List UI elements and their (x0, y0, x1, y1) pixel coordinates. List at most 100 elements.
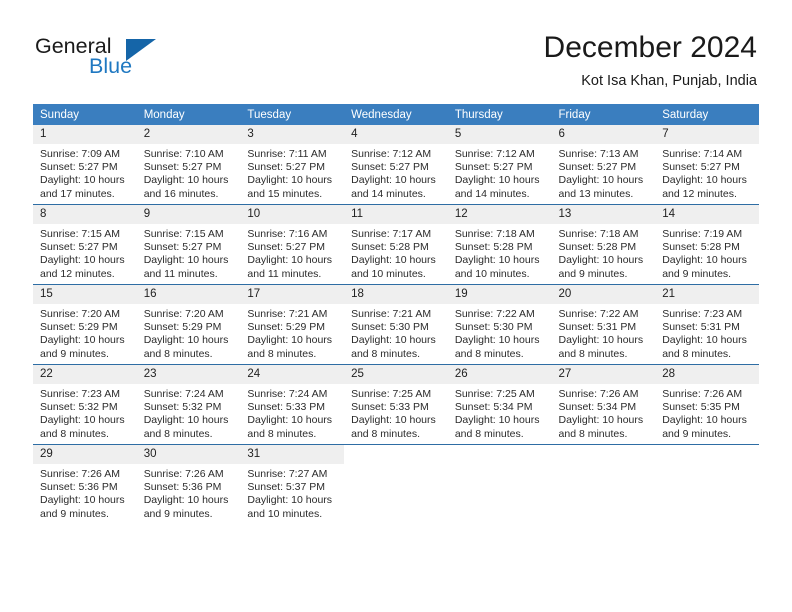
day-number: 16 (136, 285, 241, 304)
daylight-text: Daylight: 10 hours and 10 minutes. (351, 254, 436, 280)
calendar-day-cell[interactable]: 8 Sunrise: 7:15 AM Sunset: 5:27 PM Daylight… (33, 204, 137, 285)
day-number: 20 (551, 285, 656, 304)
calendar-day-cell[interactable]: 29 Sunrise: 7:26 AM Sunset: 5:36 PM Dayligh… (33, 444, 137, 524)
day-details: Sunrise: 7:26 AM Sunset: 5:36 PM Daylight:… (137, 464, 241, 521)
daylight-text: Daylight: 10 hours and 11 minutes. (247, 254, 333, 280)
calendar-week-row: 15 Sunrise: 7:20 AM Sunset: 5:29 PM Dayligh… (33, 284, 759, 365)
sunset-text: Sunset: 5:31 PM (558, 321, 637, 334)
calendar-day-cell[interactable]: 12 Sunrise: 7:18 AM Sunset: 5:28 PM Dayligh… (447, 204, 552, 285)
daylight-text: Daylight: 10 hours and 8 minutes. (40, 414, 125, 440)
calendar-day-cell[interactable]: 5 Sunrise: 7:12 AM Sunset: 5:27 PM Daylight… (447, 125, 552, 205)
calendar-header-row: Sunday Monday Tuesday Wednesday Thursday Frid… (33, 104, 759, 125)
sunrise-text: Sunrise: 7:12 AM (454, 148, 535, 160)
sunset-text: Sunset: 5:34 PM (558, 401, 637, 414)
sunset-text: Sunset: 5:28 PM (662, 241, 740, 254)
daylight-text: Daylight: 10 hours and 14 minutes. (351, 174, 436, 200)
daylight-text: Daylight: 10 hours and 8 minutes. (454, 414, 540, 440)
sunset-text: Sunset: 5:28 PM (558, 241, 637, 254)
sunrise-text: Sunrise: 7:21 AM (247, 308, 328, 320)
sunset-text: Sunset: 5:27 PM (40, 241, 118, 254)
calendar-day-cell[interactable]: 25 Sunrise: 7:25 AM Sunset: 5:33 PM Dayligh… (344, 364, 448, 445)
day-details: Sunrise: 7:21 AM Sunset: 5:30 PM Daylight:… (344, 304, 448, 361)
sunset-text: Sunset: 5:27 PM (247, 161, 326, 174)
calendar-day-cell[interactable]: 16 Sunrise: 7:20 AM Sunset: 5:29 PM Dayligh… (136, 284, 241, 365)
day-number: 19 (447, 285, 552, 304)
sunset-text: Sunset: 5:32 PM (143, 401, 222, 414)
sunrise-text: Sunrise: 7:23 AM (662, 308, 743, 320)
calendar-day-cell[interactable]: 2 Sunrise: 7:10 AM Sunset: 5:27 PM Daylight… (136, 125, 241, 205)
sunrise-text: Sunrise: 7:09 AM (40, 148, 120, 160)
calendar-day-cell[interactable]: 20 Sunrise: 7:22 AM Sunset: 5:31 PM Dayligh… (551, 284, 656, 365)
calendar-day-cell[interactable]: 26 Sunrise: 7:25 AM Sunset: 5:34 PM Dayligh… (447, 364, 552, 445)
calendar-day-cell[interactable]: 24 Sunrise: 7:24 AM Sunset: 5:33 PM Dayligh… (240, 364, 345, 445)
sunrise-text: Sunrise: 7:24 AM (143, 388, 224, 400)
day-details: Sunrise: 7:18 AM Sunset: 5:28 PM Daylight:… (552, 224, 656, 281)
calendar-day-cell[interactable]: 18 Sunrise: 7:21 AM Sunset: 5:30 PM Dayligh… (344, 284, 448, 365)
calendar-day-cell[interactable]: 4 Sunrise: 7:12 AM Sunset: 5:27 PM Daylight… (344, 125, 448, 205)
page-title: December 2024 (543, 31, 757, 64)
calendar-day-cell[interactable]: 1 Sunrise: 7:09 AM Sunset: 5:27 PM Daylight… (33, 125, 137, 205)
day-number: 29 (33, 445, 137, 464)
daylight-text: Daylight: 10 hours and 10 minutes. (247, 494, 333, 520)
calendar-body: 1 Sunrise: 7:09 AM Sunset: 5:27 PM Daylight… (33, 125, 759, 524)
calendar-day-cell[interactable]: 30 Sunrise: 7:26 AM Sunset: 5:36 PM Dayligh… (136, 444, 241, 524)
calendar-day-cell[interactable]: 7 Sunrise: 7:14 AM Sunset: 5:27 PM Daylight… (655, 125, 759, 205)
day-details: Sunrise: 7:26 AM Sunset: 5:35 PM Daylight:… (655, 384, 759, 441)
day-number: 13 (551, 205, 656, 224)
calendar-day-cell[interactable]: 9 Sunrise: 7:15 AM Sunset: 5:27 PM Daylight… (136, 204, 241, 285)
calendar-day-cell[interactable]: 3 Sunrise: 7:11 AM Sunset: 5:27 PM Daylight… (240, 125, 345, 205)
calendar-day-cell[interactable]: 27 Sunrise: 7:26 AM Sunset: 5:34 PM Dayligh… (551, 364, 656, 445)
calendar-day-cell[interactable]: 21 Sunrise: 7:23 AM Sunset: 5:31 PM Dayligh… (655, 284, 759, 365)
calendar-day-cell[interactable]: 28 Sunrise: 7:26 AM Sunset: 5:35 PM Dayligh… (655, 364, 759, 445)
sunset-text: Sunset: 5:36 PM (40, 481, 118, 494)
sunrise-text: Sunrise: 7:18 AM (558, 228, 639, 240)
calendar-day-cell[interactable]: 13 Sunrise: 7:18 AM Sunset: 5:28 PM Dayligh… (551, 204, 656, 285)
day-details: Sunrise: 7:11 AM Sunset: 5:27 PM Daylight:… (240, 144, 344, 201)
sunrise-text: Sunrise: 7:22 AM (454, 308, 535, 320)
day-number: 4 (344, 125, 448, 144)
calendar-day-cell[interactable]: 23 Sunrise: 7:24 AM Sunset: 5:32 PM Dayligh… (136, 364, 241, 445)
day-number: 25 (344, 365, 448, 384)
day-details: Sunrise: 7:26 AM Sunset: 5:34 PM Daylight:… (552, 384, 656, 441)
sunset-text: Sunset: 5:30 PM (454, 321, 533, 334)
day-details: Sunrise: 7:16 AM Sunset: 5:27 PM Daylight:… (240, 224, 344, 281)
day-number: 17 (240, 285, 345, 304)
day-details: Sunrise: 7:20 AM Sunset: 5:29 PM Daylight:… (137, 304, 241, 361)
day-details: Sunrise: 7:24 AM Sunset: 5:32 PM Daylight:… (137, 384, 241, 441)
sunrise-text: Sunrise: 7:11 AM (247, 148, 327, 160)
day-number: 21 (655, 285, 759, 304)
day-details: Sunrise: 7:13 AM Sunset: 5:27 PM Daylight:… (552, 144, 656, 201)
calendar-day-cell[interactable]: 10 Sunrise: 7:16 AM Sunset: 5:27 PM Dayligh… (240, 204, 345, 285)
sunset-text: Sunset: 5:33 PM (351, 401, 429, 414)
sunset-text: Sunset: 5:30 PM (351, 321, 429, 334)
calendar-day-cell[interactable]: 22 Sunrise: 7:23 AM Sunset: 5:32 PM Dayligh… (33, 364, 137, 445)
daylight-text: Daylight: 10 hours and 10 minutes. (454, 254, 540, 280)
daylight-text: Daylight: 10 hours and 8 minutes. (351, 414, 436, 440)
day-details: Sunrise: 7:23 AM Sunset: 5:32 PM Daylight:… (33, 384, 137, 441)
weekday-header-thursday: Thursday (447, 104, 552, 125)
calendar-day-cell[interactable]: 17 Sunrise: 7:21 AM Sunset: 5:29 PM Dayligh… (240, 284, 345, 365)
day-details: Sunrise: 7:22 AM Sunset: 5:30 PM Daylight:… (448, 304, 552, 361)
calendar-day-cell[interactable]: 15 Sunrise: 7:20 AM Sunset: 5:29 PM Dayligh… (33, 284, 137, 365)
daylight-text: Daylight: 10 hours and 14 minutes. (454, 174, 540, 200)
day-number: 10 (240, 205, 345, 224)
calendar-day-cell[interactable]: 31 Sunrise: 7:27 AM Sunset: 5:37 PM Dayligh… (240, 444, 345, 524)
sunset-text: Sunset: 5:28 PM (351, 241, 429, 254)
calendar-day-cell[interactable]: 6 Sunrise: 7:13 AM Sunset: 5:27 PM Daylight… (551, 125, 656, 205)
day-number: 31 (240, 445, 345, 464)
day-number: 14 (655, 205, 759, 224)
day-details: Sunrise: 7:21 AM Sunset: 5:29 PM Daylight:… (240, 304, 344, 361)
sunset-text: Sunset: 5:35 PM (662, 401, 740, 414)
sunset-text: Sunset: 5:36 PM (143, 481, 222, 494)
sunrise-text: Sunrise: 7:20 AM (40, 308, 120, 320)
sunrise-text: Sunrise: 7:24 AM (247, 388, 328, 400)
calendar-day-cell[interactable]: 19 Sunrise: 7:22 AM Sunset: 5:30 PM Dayligh… (447, 284, 552, 365)
sunrise-text: Sunrise: 7:26 AM (143, 468, 224, 480)
sunrise-text: Sunrise: 7:14 AM (662, 148, 743, 160)
calendar-day-cell[interactable]: 14 Sunrise: 7:19 AM Sunset: 5:28 PM Dayligh… (655, 204, 759, 285)
calendar-day-cell[interactable]: 11 Sunrise: 7:17 AM Sunset: 5:28 PM Dayligh… (344, 204, 448, 285)
day-details: Sunrise: 7:26 AM Sunset: 5:36 PM Daylight:… (33, 464, 137, 521)
day-details: Sunrise: 7:18 AM Sunset: 5:28 PM Daylight:… (448, 224, 552, 281)
sunrise-text: Sunrise: 7:20 AM (143, 308, 224, 320)
daylight-text: Daylight: 10 hours and 8 minutes. (454, 334, 540, 360)
